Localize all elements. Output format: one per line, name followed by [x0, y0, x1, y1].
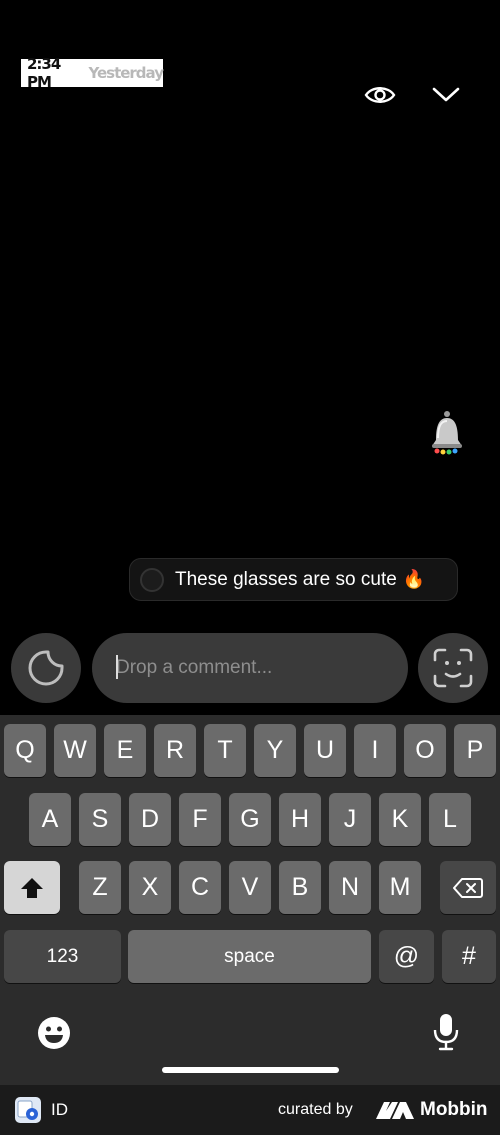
key-l[interactable]: L	[429, 793, 471, 846]
hash-key[interactable]: #	[442, 930, 496, 983]
bell-sticker[interactable]	[426, 410, 468, 456]
key-u[interactable]: U	[304, 724, 346, 777]
fire-emoji: 🔥	[402, 569, 426, 589]
mobbin-logo-icon	[376, 1101, 414, 1119]
key-h[interactable]: H	[279, 793, 321, 846]
key-p[interactable]: P	[454, 724, 496, 777]
key-m[interactable]: M	[379, 861, 421, 914]
key-c[interactable]: C	[179, 861, 221, 914]
key-j[interactable]: J	[329, 793, 371, 846]
face-scan-button[interactable]	[418, 633, 488, 703]
key-a[interactable]: A	[29, 793, 71, 846]
sticker-icon	[28, 650, 64, 686]
avatar	[140, 567, 164, 592]
key-d[interactable]: D	[129, 793, 171, 846]
mobbin-brand-text: Mobbin	[420, 1099, 488, 1120]
backspace-key[interactable]	[440, 861, 496, 914]
at-key[interactable]: @	[379, 930, 434, 983]
key-k[interactable]: K	[379, 793, 421, 846]
time-text: 2:34 PM	[27, 55, 61, 91]
id-label: ID	[51, 1100, 68, 1119]
backspace-icon	[453, 877, 483, 898]
text-caret	[116, 655, 118, 679]
comment-bubble: These glasses are so cute 🔥	[129, 558, 458, 601]
chevron-down-icon[interactable]	[429, 78, 463, 112]
eye-icon[interactable]	[363, 78, 397, 112]
sticker-button[interactable]	[11, 633, 81, 703]
key-e[interactable]: E	[104, 724, 146, 777]
key-w[interactable]: W	[54, 724, 96, 777]
key-g[interactable]: G	[229, 793, 271, 846]
shift-key[interactable]	[4, 861, 60, 914]
shift-icon	[21, 877, 43, 898]
key-q[interactable]: Q	[4, 724, 46, 777]
key-x[interactable]: X	[129, 861, 171, 914]
key-i[interactable]: I	[354, 724, 396, 777]
curated-by-text: curated by	[278, 1101, 353, 1118]
emoji-icon[interactable]	[36, 1015, 72, 1051]
key-z[interactable]: Z	[79, 861, 121, 914]
key-t[interactable]: T	[204, 724, 246, 777]
comment-bar	[0, 630, 500, 708]
day-text: Yesterday	[88, 64, 164, 82]
microphone-icon[interactable]	[432, 1013, 460, 1051]
key-y[interactable]: Y	[254, 724, 296, 777]
key-f[interactable]: F	[179, 793, 221, 846]
comment-text: These glasses are so cute	[175, 568, 397, 590]
key-n[interactable]: N	[329, 861, 371, 914]
numbers-key[interactable]: 123	[4, 930, 121, 983]
key-b[interactable]: B	[279, 861, 321, 914]
space-key[interactable]: space	[128, 930, 371, 983]
keyboard: Q W E R T Y U I O P A S D F G H J K L Z …	[0, 715, 500, 1085]
story-view: 2:34 PM Yesterday These glasses are so c…	[0, 0, 500, 715]
face-scan-icon	[433, 648, 473, 688]
key-o[interactable]: O	[404, 724, 446, 777]
key-s[interactable]: S	[79, 793, 121, 846]
app-id-icon	[15, 1097, 41, 1123]
key-r[interactable]: R	[154, 724, 196, 777]
key-v[interactable]: V	[229, 861, 271, 914]
timestamp-sticker: 2:34 PM Yesterday	[21, 55, 164, 91]
comment-input[interactable]	[92, 633, 408, 703]
home-indicator	[162, 1067, 339, 1073]
